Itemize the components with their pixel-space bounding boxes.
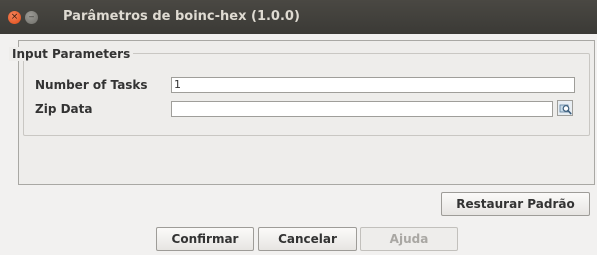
zip-data-browse-button[interactable]	[557, 100, 573, 116]
help-button[interactable]: Ajuda	[360, 227, 458, 251]
restore-defaults-button[interactable]: Restaurar Padrão	[441, 192, 590, 216]
title-bar: × ‒ Parâmetros de boinc-hex (1.0.0)	[0, 0, 597, 34]
number-of-tasks-label: Number of Tasks	[35, 78, 148, 92]
minimize-button[interactable]: ‒	[25, 11, 38, 24]
minimize-icon: ‒	[28, 12, 35, 22]
magnifier-folder-icon	[559, 104, 572, 114]
input-parameters-legend: Input Parameters	[9, 47, 134, 61]
number-of-tasks-input[interactable]: 1	[171, 77, 575, 93]
zip-data-input[interactable]	[171, 101, 553, 117]
close-button[interactable]: ×	[8, 11, 21, 24]
window-title: Parâmetros de boinc-hex (1.0.0)	[63, 9, 300, 24]
confirm-button[interactable]: Confirmar	[156, 227, 254, 251]
cancel-button[interactable]: Cancelar	[258, 227, 357, 251]
zip-data-label: Zip Data	[35, 102, 93, 116]
close-icon: ×	[10, 12, 19, 22]
input-parameters-group	[23, 53, 590, 136]
